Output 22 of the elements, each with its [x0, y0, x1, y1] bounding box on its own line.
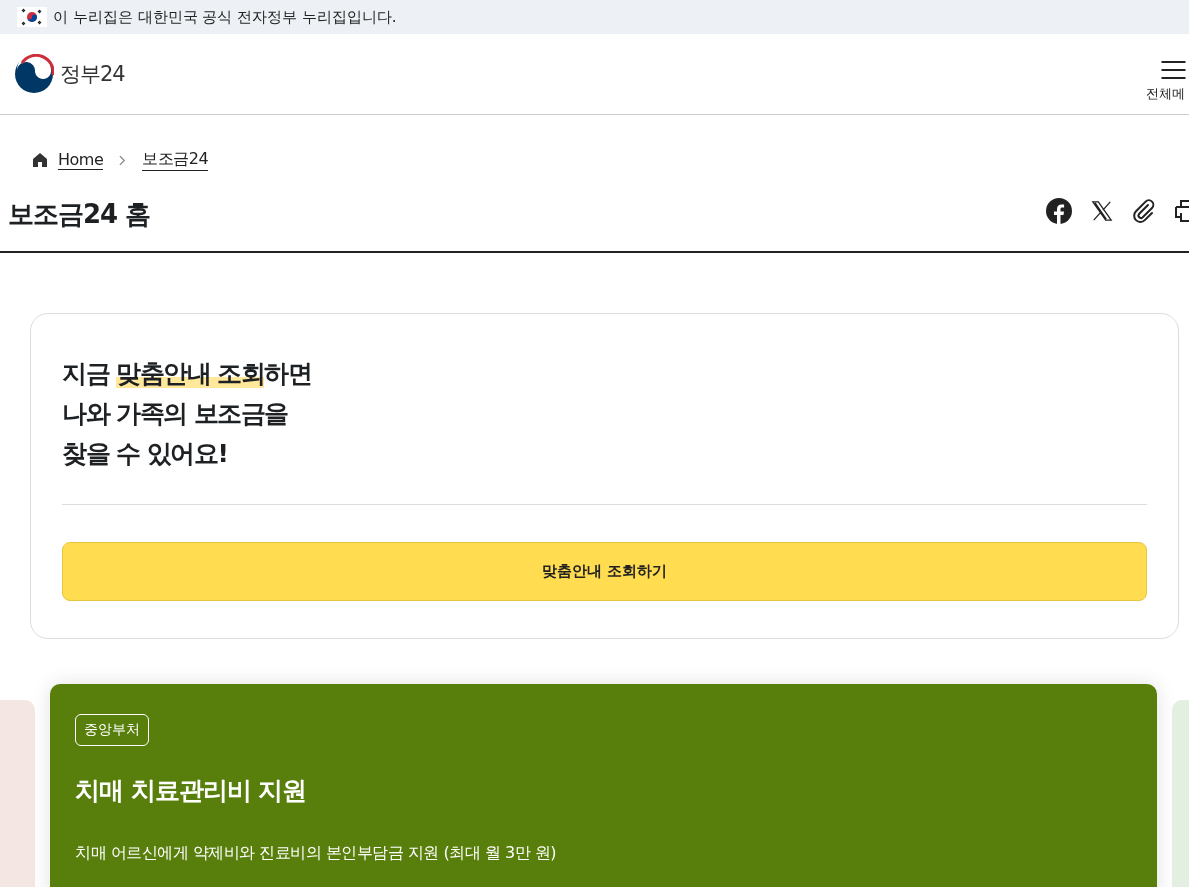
- chevron-right-icon: [119, 154, 127, 166]
- page-title: 보조금24 홈: [8, 197, 151, 231]
- benefit-title: 치매 치료관리비 지원: [75, 775, 308, 807]
- category-tag: 중앙부처: [75, 714, 149, 746]
- flag-icon: [17, 7, 47, 27]
- all-menu-button[interactable]: 전체메: [1146, 61, 1189, 103]
- facebook-icon[interactable]: [1046, 198, 1072, 224]
- banner-text: 이 누리집은 대한민국 공식 전자정부 누리집입니다.: [53, 7, 397, 27]
- promo-headline: 지금 맞춤안내 조회하면 나와 가족의 보조금을 찾을 수 있어요!: [62, 358, 313, 470]
- breadcrumb-link[interactable]: 보조금24: [142, 149, 209, 171]
- home-icon: [32, 152, 48, 168]
- menu-icon: [1161, 61, 1186, 79]
- paperclip-icon[interactable]: [1132, 199, 1156, 223]
- benefit-description: 치매 어르신에게 약제비와 진료비의 본인부담금 지원 (최대 월 3만 원): [75, 843, 557, 864]
- logo-text: 정부24: [60, 61, 125, 88]
- site-logo[interactable]: 정부24: [14, 54, 125, 94]
- x-logo-icon[interactable]: [1091, 200, 1113, 222]
- taegeuk-icon: [14, 54, 54, 94]
- custom-guide-button[interactable]: 맞춤안내 조회하기: [62, 542, 1147, 601]
- benefit-card[interactable]: 중앙부처 치매 치료관리비 지원 치매 어르신에게 약제비와 진료비의 본인부담금 지원 (최대 월 3만 원): [50, 684, 1157, 887]
- breadcrumb-link[interactable]: Home: [58, 150, 104, 170]
- printer-icon[interactable]: [1175, 199, 1189, 223]
